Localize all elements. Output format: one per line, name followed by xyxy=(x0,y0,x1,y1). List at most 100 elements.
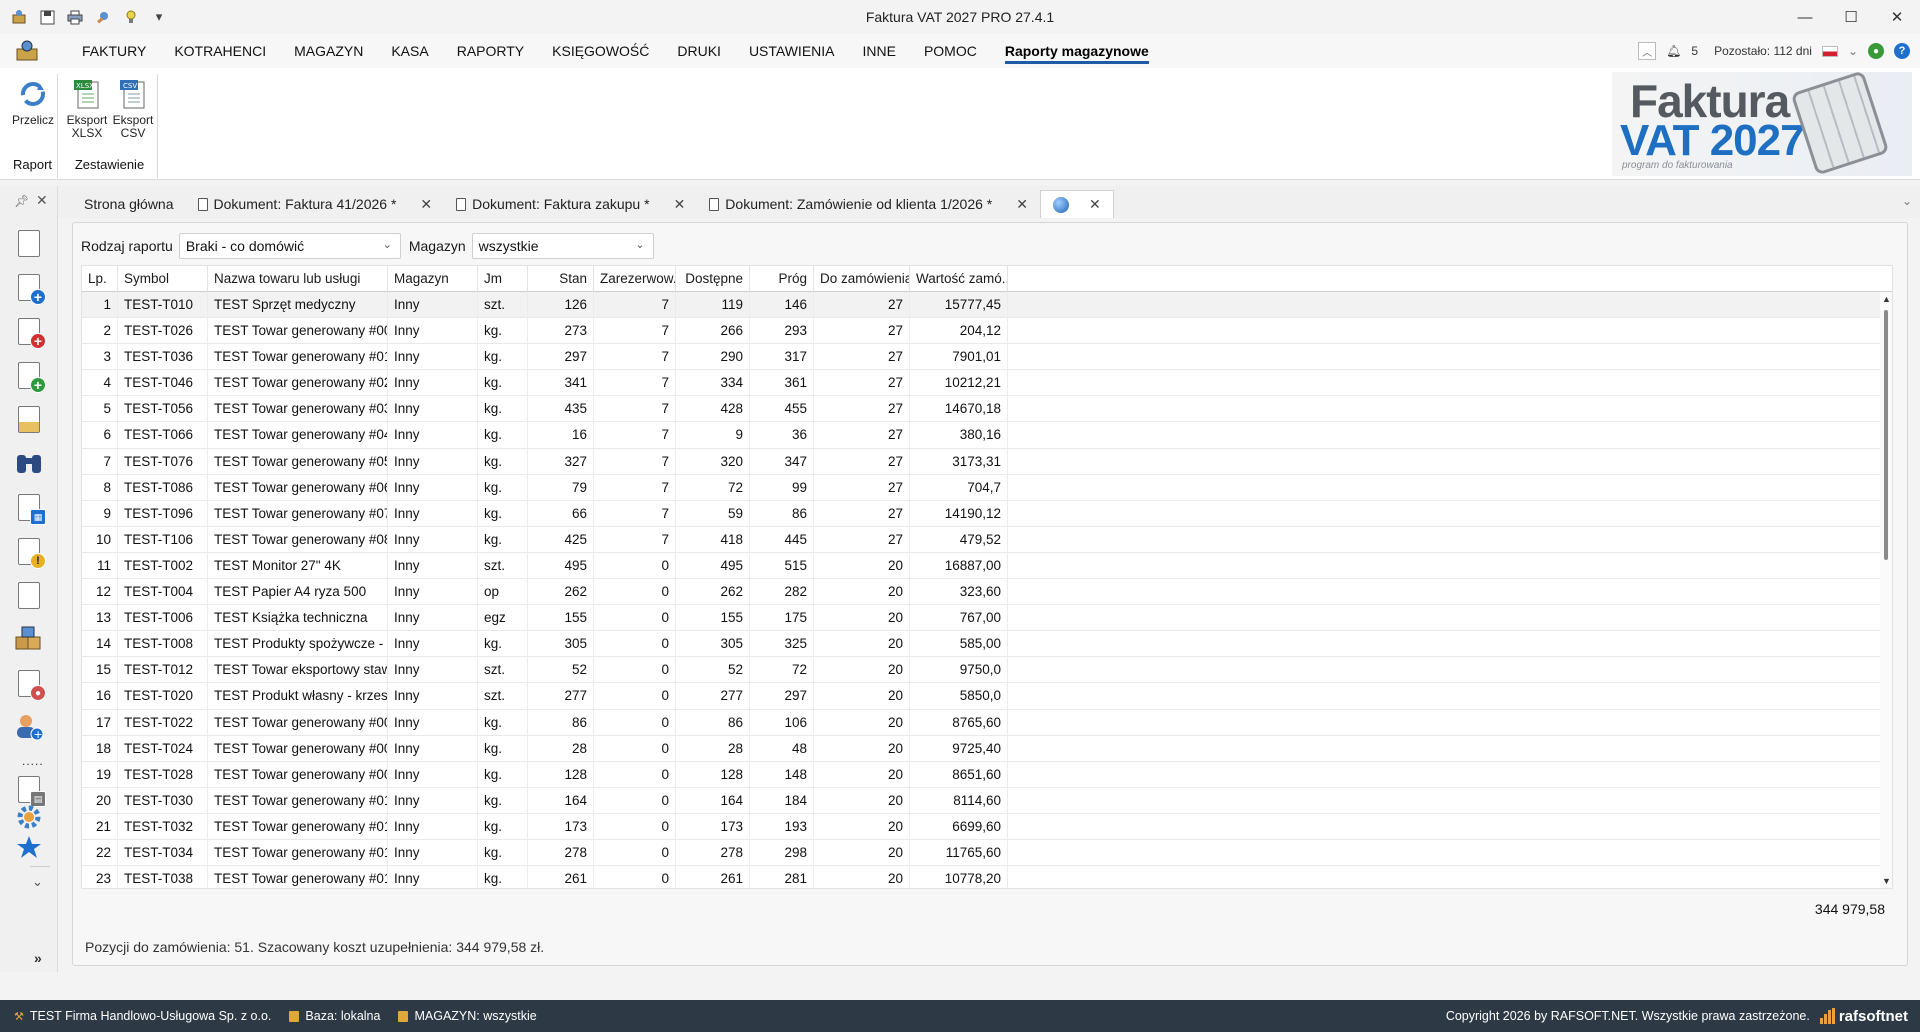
table-row[interactable]: 18TEST-T024TEST Towar generowany #004...… xyxy=(82,735,1882,762)
maximize-button[interactable]: ☐ xyxy=(1828,0,1874,34)
scroll-up-icon[interactable]: ▲ xyxy=(1882,294,1891,304)
column-header-available[interactable]: Dostępne xyxy=(676,266,750,292)
close-tab-icon[interactable]: ✕ xyxy=(1016,196,1028,213)
table-row[interactable]: 16 TEST-T020 TEST Produkt własny - krzesło… xyxy=(82,683,1882,710)
column-header-warehouse[interactable]: Magazyn xyxy=(388,266,478,292)
tools-icon[interactable] xyxy=(94,8,112,26)
table-row[interactable]: 22TEST-T034TEST Towar generowany #014...… xyxy=(82,839,1882,867)
invoice-edit-button[interactable] xyxy=(14,404,44,434)
table-row[interactable]: 1 TEST-T010 TEST Sprzęt medyczny Inny szt. 12… xyxy=(82,292,1882,319)
menu-inne[interactable]: INNE xyxy=(849,34,910,68)
menu-magazyn[interactable]: MAGAZYN xyxy=(280,34,377,68)
save-icon[interactable] xyxy=(38,8,56,26)
column-header-stock[interactable]: Stan xyxy=(528,266,594,292)
scroll-down-icon[interactable]: ▼ xyxy=(1882,876,1891,886)
print-icon[interactable] xyxy=(66,8,84,26)
table-row[interactable]: 20TEST-T030TEST Towar generowany #010...… xyxy=(82,787,1882,814)
contractor-document-button[interactable]: ● xyxy=(14,668,46,701)
minimize-button[interactable]: — xyxy=(1782,0,1828,34)
menu-ustawienia[interactable]: USTAWIENIA xyxy=(735,34,849,68)
bell-icon[interactable]: 🔔︎ xyxy=(1666,44,1681,58)
online-icon[interactable]: ● xyxy=(1868,43,1884,59)
table-row[interactable]: 23TEST-T038TEST Towar generowany #018...… xyxy=(82,866,1882,888)
app-menu-icon[interactable] xyxy=(12,38,42,64)
vertical-scrollbar[interactable]: ▲ ▼ xyxy=(1880,292,1892,888)
table-row[interactable]: 8TEST-T086TEST Towar generowany #066...I… xyxy=(82,474,1882,501)
add-document-green-button[interactable]: + xyxy=(14,360,46,393)
menu-kasa[interactable]: KASA xyxy=(377,34,442,68)
table-row[interactable]: 7TEST-T076TEST Towar generowany #056...I… xyxy=(82,448,1882,475)
column-header-reserved[interactable]: Zarezerwow... xyxy=(594,266,676,292)
column-header-order-value[interactable]: Wartość zamó... xyxy=(910,266,1008,292)
column-header-threshold[interactable]: Próg xyxy=(750,266,814,292)
table-row[interactable]: 5TEST-T056TEST Towar generowany #036...I… xyxy=(82,396,1882,423)
collapse-ribbon-icon[interactable]: ︿ xyxy=(1638,42,1657,60)
new-document-button[interactable] xyxy=(14,228,44,258)
favorites-button[interactable] xyxy=(14,832,44,862)
language-flag-icon[interactable] xyxy=(1821,45,1838,57)
menu-ksiegowosc[interactable]: KSIĘGOWOŚĆ xyxy=(538,34,663,68)
table-row[interactable]: 13 TEST-T006 TEST Książka techniczna Inny eg… xyxy=(82,605,1882,632)
add-document-red-button[interactable]: + xyxy=(14,316,46,349)
chevron-down-icon[interactable]: ⌄ xyxy=(1848,44,1858,58)
menu-raporty[interactable]: RAPORTY xyxy=(443,34,538,68)
tab-invoice[interactable]: Dokument: Faktura 41/2026 * ✕ xyxy=(186,190,445,218)
settings-button[interactable] xyxy=(14,802,44,832)
table-row[interactable]: 15TEST-T012TEST Towar eksportowy stawka.… xyxy=(82,657,1882,684)
warehouse-select[interactable]: wszystkie ⌄ xyxy=(471,233,654,259)
ribbon-group-raport: Przelicz Raport xyxy=(8,74,58,178)
tabs-overflow-chevron-icon[interactable]: ⌄ xyxy=(1902,194,1912,208)
tab-warehouse-report[interactable]: ✕ xyxy=(1039,190,1114,218)
column-header-unit[interactable]: Jm xyxy=(478,266,528,292)
menu-faktury[interactable]: FAKTURY xyxy=(68,34,160,68)
table-row[interactable]: 6TEST-T066TEST Towar generowany #046...I… xyxy=(82,422,1882,449)
column-header-symbol[interactable]: Symbol xyxy=(118,266,208,292)
table-row[interactable]: 19TEST-T028TEST Towar generowany #008...… xyxy=(82,761,1882,788)
close-button[interactable]: ✕ xyxy=(1874,0,1920,34)
blank-document-button[interactable] xyxy=(14,580,44,610)
help-icon[interactable]: ? xyxy=(1894,43,1910,59)
table-row[interactable]: 12 TEST-T004 TEST Papier A4 ryza 500 Inny op… xyxy=(82,579,1882,606)
close-sidebar-icon[interactable]: ✕ xyxy=(36,192,48,209)
search-button[interactable] xyxy=(14,448,44,478)
tab-purchase-invoice[interactable]: Dokument: Faktura zakupu * ✕ xyxy=(444,190,697,218)
table-row[interactable]: 17TEST-T022TEST Towar generowany #002...… xyxy=(82,709,1882,736)
menu-pomoc[interactable]: POMOC xyxy=(910,34,991,68)
export-xlsx-button[interactable]: XLSX Eksport XLSX xyxy=(64,78,110,140)
add-document-button[interactable]: + xyxy=(14,272,46,305)
menu-raporty-magazynowe[interactable]: Raporty magazynowe xyxy=(991,34,1163,68)
close-tab-icon[interactable]: ✕ xyxy=(420,196,432,213)
table-row[interactable]: 9TEST-T096TEST Towar generowany #076...I… xyxy=(82,500,1882,527)
column-header-to-order[interactable]: Do zamówienia xyxy=(814,266,910,292)
bulb-icon[interactable] xyxy=(122,8,140,26)
report-type-select[interactable]: Braki - co domówić ⌄ xyxy=(178,233,401,259)
customize-dropdown-icon[interactable]: ▾ xyxy=(150,8,168,26)
table-row[interactable]: 14TEST-T008TEST Produkty spożywcze - kaw… xyxy=(82,631,1882,658)
add-user-button[interactable]: + xyxy=(14,712,44,742)
pin-icon[interactable]: 📌︎ xyxy=(14,194,29,208)
menu-druki[interactable]: DRUKI xyxy=(663,34,735,68)
warehouse-button[interactable] xyxy=(14,624,44,654)
menu-kontrahenci[interactable]: KOTRAHENCI xyxy=(160,34,280,68)
column-header-name[interactable]: Nazwa towaru lub usługi xyxy=(208,266,388,292)
table-row[interactable]: 11 TEST-T002 TEST Monitor 27" 4K Inny szt. 49… xyxy=(82,552,1882,580)
tab-client-order[interactable]: Dokument: Zamówienie od klienta 1/2026 *… xyxy=(697,190,1040,218)
table-row[interactable]: 21TEST-T032TEST Towar generowany #012...… xyxy=(82,813,1882,840)
expand-sidebar-icon[interactable]: » xyxy=(34,950,42,966)
print-document-button[interactable]: ▤ xyxy=(14,774,46,807)
export-csv-button[interactable]: CSV Eksport CSV xyxy=(110,78,156,140)
cell-unit: kg. xyxy=(478,813,528,840)
close-tab-icon[interactable]: ✕ xyxy=(1089,196,1101,213)
table-row[interactable]: 10TEST-T106TEST Towar generowany #086...… xyxy=(82,526,1882,553)
table-row[interactable]: 2TEST-T026TEST Towar generowany #006...I… xyxy=(82,318,1882,345)
calendar-document-button[interactable]: ▦ xyxy=(14,492,46,525)
table-row[interactable]: 3TEST-T036TEST Towar generowany #016...I… xyxy=(82,344,1882,371)
tab-home[interactable]: Strona główna xyxy=(58,190,186,218)
chevron-down-icon[interactable]: ⌄ xyxy=(32,874,43,890)
column-header-lp[interactable]: Lp. xyxy=(82,266,118,292)
warning-document-button[interactable]: ! xyxy=(14,536,46,569)
close-tab-icon[interactable]: ✕ xyxy=(674,196,686,213)
table-row[interactable]: 4TEST-T046TEST Towar generowany #026...I… xyxy=(82,370,1882,397)
recalculate-button[interactable]: Przelicz xyxy=(10,78,56,127)
scroll-thumb[interactable] xyxy=(1884,310,1888,560)
